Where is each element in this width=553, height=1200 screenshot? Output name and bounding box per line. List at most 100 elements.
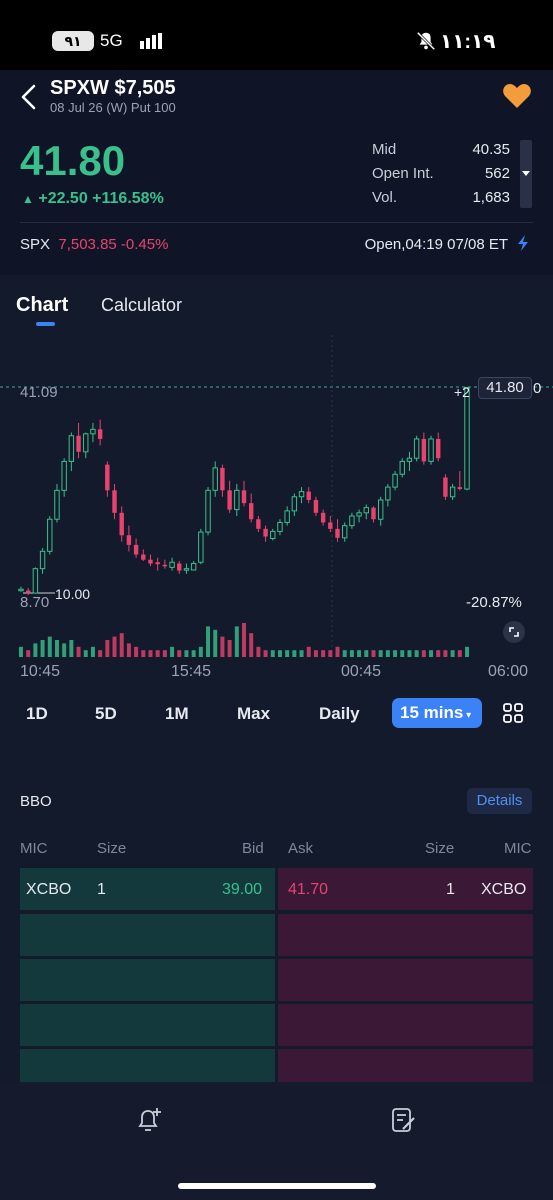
volume-bar	[393, 650, 398, 657]
candle-body	[457, 487, 463, 490]
candle-body	[349, 515, 355, 527]
candle-body	[306, 491, 311, 500]
volume-bar	[270, 650, 275, 657]
col-size-left: Size	[97, 840, 127, 857]
low-marker-label: 10.00	[55, 586, 91, 602]
candle-body	[342, 525, 348, 539]
range-1d[interactable]: 1D	[26, 704, 48, 724]
details-button[interactable]: Details	[467, 788, 532, 814]
candle-body	[256, 519, 261, 529]
bid-row	[20, 959, 275, 1001]
candle-body	[54, 489, 60, 520]
back-icon[interactable]	[18, 82, 40, 112]
heart-icon[interactable]	[502, 82, 532, 110]
x-label: 10:45	[20, 663, 61, 680]
candle-body	[371, 507, 376, 520]
range-max[interactable]: Max	[237, 704, 270, 724]
candle-body	[377, 499, 384, 520]
range-5d[interactable]: 5D	[95, 704, 117, 724]
volume-bar	[364, 650, 369, 657]
candle-body	[298, 491, 305, 498]
y-label-high: 41.09	[20, 384, 58, 401]
caret-down-icon: ▾	[463, 710, 472, 721]
volume-bar	[436, 650, 441, 657]
volume-bar	[292, 650, 297, 657]
volume-bar	[33, 643, 38, 657]
underlying-quote[interactable]: SPX 7,503.85 -0.45%	[20, 236, 168, 253]
candle-body	[313, 499, 319, 513]
candle-body	[32, 568, 39, 594]
candle-body	[133, 544, 139, 555]
candle-body	[356, 512, 362, 517]
divider	[20, 222, 533, 223]
candle-body	[421, 438, 427, 462]
volume-bar	[256, 646, 261, 657]
candle-body	[148, 559, 153, 564]
volume-bar	[47, 636, 52, 657]
volume-bar	[378, 650, 383, 657]
volume-bar	[220, 636, 225, 657]
candle-body	[392, 473, 398, 488]
underlying-change: -0.45%	[120, 236, 169, 253]
tab-chart[interactable]: Chart	[16, 294, 68, 317]
candle-body	[39, 550, 46, 570]
candle-body	[90, 428, 96, 435]
volume-bar	[429, 650, 434, 657]
pct-label-low: -20.87%	[466, 594, 522, 611]
candle-body	[155, 562, 160, 565]
col-bid: Bid	[242, 840, 264, 857]
ask-size: 1	[446, 881, 455, 898]
underlying-symbol: SPX	[20, 236, 51, 253]
volume-bar	[54, 640, 59, 657]
range-daily[interactable]: Daily	[319, 704, 360, 724]
volume-bar	[119, 633, 124, 657]
volume-bar	[349, 650, 354, 657]
volume-bar	[242, 623, 246, 657]
x-label: 00:45	[341, 663, 382, 680]
pct-label-high: +2	[454, 384, 470, 400]
candle-body	[119, 512, 124, 536]
volume-bar	[335, 646, 340, 657]
last-price: 41.80	[20, 137, 126, 184]
volume-bar	[105, 640, 110, 657]
candle-body	[277, 521, 283, 532]
stat-value-vol: 1,683	[472, 189, 510, 206]
candle-body	[335, 528, 340, 538]
grid-icon[interactable]	[502, 702, 524, 724]
add-alert-icon[interactable]	[137, 1106, 163, 1134]
volume-bar	[457, 650, 462, 657]
volume-bar	[306, 646, 311, 657]
candlestick-chart[interactable]	[0, 335, 553, 665]
bid-price: 39.00	[222, 881, 263, 898]
tab-calculator[interactable]: Calculator	[101, 295, 182, 316]
volume-bar	[277, 650, 282, 657]
candle-body	[47, 518, 53, 552]
range-1m[interactable]: 1M	[165, 704, 189, 724]
volume-bar	[40, 640, 45, 657]
note-edit-icon[interactable]	[390, 1106, 416, 1134]
fullscreen-icon[interactable]	[503, 621, 525, 643]
candle-body	[97, 429, 103, 439]
candle-body	[270, 530, 276, 539]
col-ask: Ask	[288, 840, 314, 857]
candle-body	[263, 528, 268, 537]
col-size-right: Size	[425, 840, 455, 857]
candle-body	[320, 512, 326, 523]
volume-bar	[342, 650, 347, 657]
candle-body	[162, 564, 168, 567]
volume-bar	[90, 646, 95, 657]
volume-bar	[19, 646, 23, 657]
volume-bar	[191, 650, 196, 657]
candle-body	[68, 435, 75, 462]
volume-bar	[83, 650, 88, 657]
candle-body	[169, 561, 175, 568]
volume-bar	[263, 650, 268, 657]
caret-down-icon	[522, 171, 530, 176]
up-arrow-icon: ▲	[22, 192, 34, 206]
volume-bar	[134, 646, 139, 657]
interval-dropdown[interactable]: 15 mins ▾	[392, 698, 482, 728]
bbo-title: BBO	[20, 793, 52, 810]
volume-bar	[400, 650, 405, 657]
page-title: SPXW $7,505	[50, 77, 176, 99]
signal-icon	[140, 33, 162, 49]
